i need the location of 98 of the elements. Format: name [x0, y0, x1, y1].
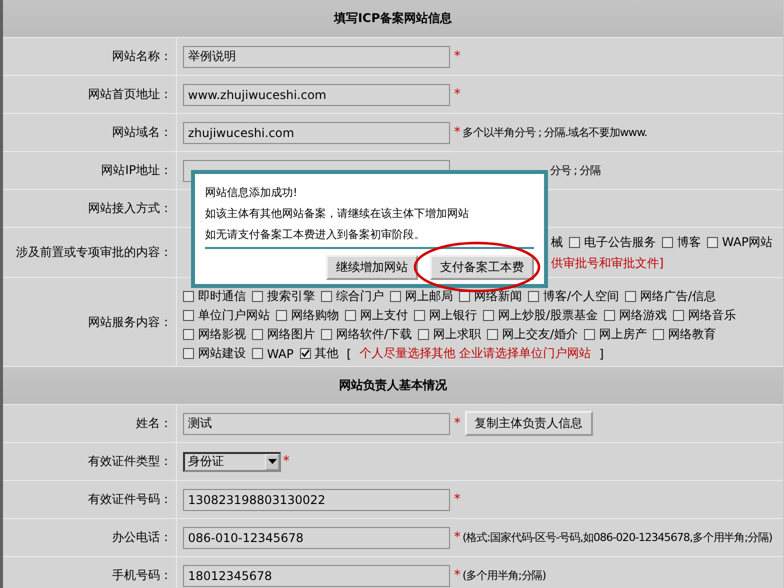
input-field[interactable]: 130823198803130022	[183, 488, 450, 510]
checkbox-label[interactable]: 网络图片	[267, 326, 315, 343]
checkbox-label[interactable]: 电子公告服务	[584, 234, 656, 251]
input-field[interactable]: 18012345678	[183, 564, 450, 586]
checkbox[interactable]	[390, 291, 401, 302]
copy-button[interactable]: 复制主体负责人信息	[464, 411, 592, 436]
checkbox[interactable]	[414, 310, 425, 321]
checkbox[interactable]	[673, 310, 684, 321]
checkbox-label[interactable]: 网站建设	[198, 345, 246, 362]
checkbox[interactable]	[183, 329, 194, 340]
field-label: 网站域名：	[112, 124, 172, 141]
input-field[interactable]: 举例说明	[183, 46, 450, 68]
checkbox[interactable]	[183, 310, 194, 321]
checkbox-label[interactable]: 网上房产	[599, 326, 648, 343]
dialog-message: 如无请支付备案工本费进入到备案初审阶段。	[205, 227, 426, 243]
checkbox[interactable]	[569, 237, 580, 248]
checkbox-label[interactable]: 网络广告/信息	[640, 288, 716, 305]
checkbox[interactable]	[321, 329, 332, 340]
required-mark: *	[454, 568, 460, 583]
required-mark: *	[454, 125, 460, 140]
hint-text: 多个以半角分号 ; 分隔.域名不要加www.	[462, 125, 647, 140]
field-label: 有效证件号码：	[88, 491, 172, 508]
field-label: 手机号码：	[112, 567, 172, 584]
field-label: 网站服务内容：	[88, 314, 172, 330]
checkbox[interactable]	[252, 291, 263, 302]
field-label: 有效证件类型：	[88, 453, 172, 470]
checkbox-label[interactable]: 博客/个人空间	[543, 288, 620, 305]
field-label: 网站名称：	[112, 48, 172, 65]
required-mark: *	[454, 492, 460, 507]
checkbox-label[interactable]: 单位门户网站	[198, 307, 270, 324]
field-label: 网站接入方式：	[88, 200, 172, 217]
section-header: 填写ICP备案网站信息	[3, 0, 783, 38]
checkbox-label[interactable]: WAP网站	[722, 234, 773, 251]
required-mark: *	[283, 454, 290, 469]
checkbox[interactable]	[183, 348, 194, 359]
field-label: 涉及前置或专项审批的内容：	[16, 244, 172, 261]
note-text: 个人尽量选择其他 企业请选择单位门户网站	[359, 345, 592, 362]
checkbox[interactable]	[459, 291, 470, 302]
checkbox-label[interactable]: 综合门户	[336, 288, 384, 305]
checkbox[interactable]	[653, 329, 664, 340]
checkbox[interactable]	[418, 329, 430, 340]
checkbox-label[interactable]: 网络购物	[291, 307, 339, 324]
hint-text: (格式:国家代码-区号-号码,如086-020-12345678,多个用半角;分隔)	[462, 530, 772, 545]
checkbox-label[interactable]: 网上求职	[433, 326, 482, 343]
checkbox-label[interactable]: 网络教育	[668, 326, 716, 343]
checkbox[interactable]	[252, 329, 263, 340]
bracket: [	[346, 346, 352, 360]
checkbox-label[interactable]: 搜索引擎	[267, 288, 315, 305]
input-field[interactable]: 测试	[183, 412, 450, 434]
checkbox-label[interactable]: 其他	[314, 345, 339, 362]
checkbox[interactable]	[604, 310, 616, 321]
note-text: 供审批号和审批文件]	[551, 255, 664, 272]
checkbox-label[interactable]: 械	[551, 234, 563, 251]
checkbox[interactable]	[625, 291, 636, 302]
checkbox-label[interactable]: 博客	[677, 234, 701, 251]
required-mark: *	[454, 87, 460, 102]
checkbox[interactable]	[300, 348, 311, 359]
required-mark: *	[454, 530, 460, 545]
checkbox[interactable]	[276, 310, 287, 321]
checkbox-label[interactable]: 网络软件/下载	[336, 326, 412, 343]
checkbox-label[interactable]: 网络影视	[198, 326, 246, 343]
field-label: 姓名：	[136, 415, 172, 432]
checkbox[interactable]	[483, 310, 494, 321]
hint-text: (多个用半角;分隔)	[462, 568, 546, 583]
checkbox[interactable]	[345, 310, 356, 321]
dropdown[interactable]: 身份证	[183, 452, 281, 472]
checkbox-label[interactable]: 即时通信	[198, 288, 246, 305]
checkbox-label[interactable]: 网上支付	[360, 307, 408, 324]
bracket: ]	[599, 346, 604, 360]
dialog-message: 网站信息添加成功!	[205, 185, 298, 201]
dialog-message: 如该主体有其他网站备案，请继续在该主体下增加网站	[205, 206, 470, 222]
checkbox-label[interactable]: 网上银行	[429, 307, 477, 324]
dialog-button[interactable]: 继续增加网站	[326, 255, 418, 280]
checkbox[interactable]	[252, 348, 263, 359]
checkbox-label[interactable]: 网络游戏	[619, 307, 668, 324]
dialog-button[interactable]: 支付备案工本费	[430, 255, 534, 280]
field-label: 网站首页地址：	[88, 86, 172, 103]
checkbox-label[interactable]: 网络音乐	[688, 307, 736, 324]
required-mark: *	[454, 49, 460, 64]
checkbox[interactable]	[528, 291, 539, 302]
checkbox[interactable]	[183, 291, 194, 302]
input-field[interactable]: zhujiwuceshi.com	[183, 122, 450, 144]
section-header: 网站负责人基本情况	[3, 367, 783, 405]
checkbox-label[interactable]: 网上交友/婚介	[502, 326, 578, 343]
checkbox[interactable]	[321, 291, 332, 302]
checkbox[interactable]	[707, 237, 718, 248]
checkbox-label[interactable]: WAP	[267, 346, 294, 360]
checkbox-label[interactable]: 网上炒股/股票基金	[498, 307, 598, 324]
input-field[interactable]: www.zhujiwuceshi.com	[183, 84, 450, 106]
hint-text: 分号 ; 分隔	[550, 163, 600, 178]
field-label: 网站IP地址：	[101, 162, 172, 179]
input-field[interactable]: 086-010-12345678	[183, 526, 450, 548]
checkbox[interactable]	[487, 329, 498, 340]
checkbox-label[interactable]: 网上邮局	[405, 288, 453, 305]
field-label: 办公电话：	[112, 529, 172, 546]
required-mark: *	[454, 416, 460, 431]
checkbox[interactable]	[662, 237, 673, 248]
checkbox[interactable]	[584, 329, 596, 340]
